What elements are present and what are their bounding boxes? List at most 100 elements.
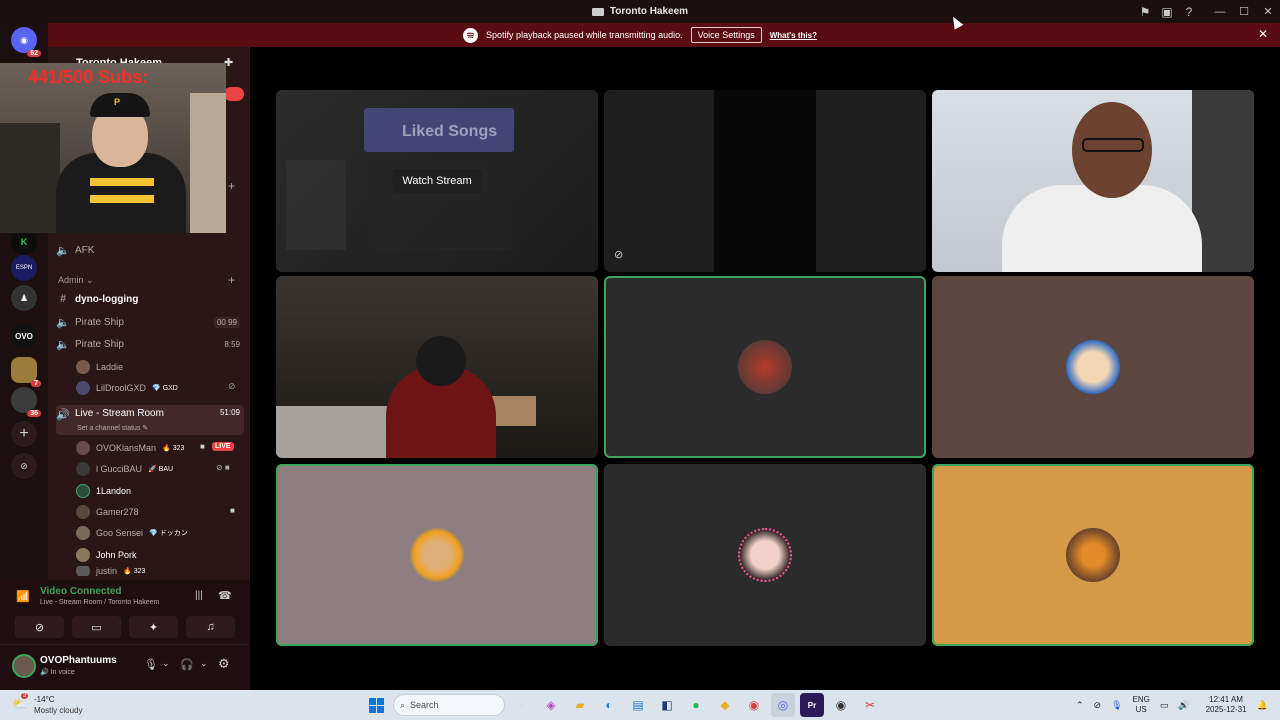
weather-widget[interactable]: ⛅ 3 -14°C Mostly cloudy [12,693,122,717]
discord-taskbar-icon[interactable]: ◎ [771,693,795,717]
avatar-tile[interactable] [932,464,1254,646]
server-icon [591,7,604,16]
discover-icon[interactable]: ⊘ [11,453,37,479]
language-code: ENG [1132,695,1150,704]
network-off-icon[interactable]: ⊘ [1094,700,1102,711]
clock-date: 2025-12-31 [1205,705,1247,714]
voice-member[interactable]: Laddie [76,357,123,377]
weather-alert-badge: 3 [21,693,29,699]
server-ovo[interactable]: OVO [11,323,37,349]
camera-off-button[interactable]: ⊘ [15,616,64,638]
avatar-tile[interactable] [604,276,926,458]
edge-icon[interactable]: ◐ [597,693,621,717]
notifications-bell-icon[interactable]: 🔔 [1257,700,1268,711]
microphone-tray-icon[interactable]: 🎙 [1111,700,1122,711]
region-code: US [1135,705,1147,714]
whats-this-link[interactable]: What's this? [770,31,817,40]
window-title-text: Toronto Hakeem [609,6,689,17]
channel-dyno-logging[interactable]: # dyno-logging [56,289,244,309]
voice-settings-button[interactable]: Voice Settings [690,27,762,43]
member-tag: 🚀 BAU [148,466,174,473]
speaker-icon: 🔈 [56,316,70,329]
task-view-icon[interactable]: ▪ [510,693,534,717]
voice-member[interactable]: 1Landon [76,481,131,501]
inbox-icon[interactable]: ▣ [1156,0,1178,23]
event-pill[interactable] [224,87,244,101]
server-espn[interactable]: ESPN [11,255,37,281]
notepad-icon[interactable]: ▤ [626,693,650,717]
add-server-button[interactable]: + [11,421,37,447]
spotify-icon [463,27,479,43]
voice-member[interactable]: Goo Sensei 💎 ドッカン [76,523,188,543]
server-gold[interactable]: 7 [11,357,41,387]
minimize-button[interactable]: — [1208,0,1232,23]
spotify-taskbar-icon[interactable]: ● [684,693,708,717]
app-icon-3[interactable]: ◉ [829,693,853,717]
disconnect-icon[interactable]: ☎ [218,589,232,602]
maximize-button[interactable]: ☐ [1232,0,1256,23]
avatar [76,526,90,540]
voice-video-grid: Liked Songs Watch Stream ⊘ [250,47,1280,690]
server-folder[interactable]: 36 [11,387,41,417]
headphones-icon[interactable]: 🎧 [180,658,194,671]
soundboard-button[interactable]: ♫ [186,616,235,638]
avatar [76,360,90,374]
close-window-button[interactable]: ✕ [1256,0,1280,23]
server-dark[interactable]: ♟ [11,285,37,311]
voice-location[interactable]: Live - Stream Room / Toronto Hakeem [40,599,159,606]
channel-pirate-ship-1[interactable]: 🔈 Pirate Ship 00 99 [56,312,244,332]
copilot-icon[interactable]: ◈ [539,693,563,717]
volume-icon[interactable]: 🔊 [1178,700,1189,711]
voice-member[interactable]: Gamer278 [76,502,139,522]
voice-member[interactable]: LilDroolGXD 💎 GXD [76,378,178,398]
avatar-tile[interactable] [604,464,926,646]
chrome-icon[interactable]: ◉ [742,693,766,717]
activities-button[interactable]: ✦ [129,616,178,638]
member-name: OVOKlansMan [96,443,157,453]
start-button[interactable] [364,693,388,717]
voice-member[interactable]: John Pork [76,545,137,565]
home-button[interactable]: ◉ 62 [11,27,41,57]
help-icon[interactable]: ? [1178,0,1200,23]
settings-gear-icon[interactable]: ⚙ [218,656,230,672]
title-bar: Toronto Hakeem ⚑ ▣ ? — ☐ ✕ [0,0,1280,23]
app-icon[interactable]: ◧ [655,693,679,717]
add-channel-icon[interactable]: + [228,179,235,193]
screen-share-button[interactable]: ▭ [72,616,121,638]
channel-pirate-ship-2[interactable]: 🔈 Pirate Ship 8:59 [56,334,244,354]
user-avatar[interactable] [12,654,36,678]
snipping-icon[interactable]: ✂ [858,693,882,717]
premiere-icon[interactable]: Pr [800,693,824,717]
watch-stream-button[interactable]: Watch Stream [392,169,482,193]
add-admin-channel-icon[interactable]: + [228,273,235,287]
language-indicator[interactable]: ENG US [1133,695,1150,715]
clock[interactable]: 12:41 AM 2025-12-31 [1206,695,1247,715]
voice-member[interactable]: OVOKlansMan 🔥 323 [76,438,184,458]
flag-icon[interactable]: ⚑ [1134,0,1156,23]
display-icon[interactable]: ▭ [1160,700,1169,711]
member-name: 1Landon [96,486,132,496]
close-banner-icon[interactable]: ✕ [1258,27,1268,41]
channel-afk[interactable]: 🔈 AFK [56,240,244,260]
taskbar-search[interactable]: ⌕ Search [393,694,505,716]
chevron-up-icon[interactable]: ⌃ [1076,700,1084,711]
video-tile[interactable]: ⊘ [604,90,926,272]
channel-status-input[interactable]: Set a channel status ✎ [77,424,148,432]
video-tile[interactable] [276,276,598,458]
mic-icon[interactable]: 🎙 [144,658,158,671]
member-name: Goo Sensei [96,528,144,538]
avatar-tile[interactable] [932,276,1254,458]
chevron-down-icon[interactable]: ⌄ [200,658,208,669]
file-explorer-icon[interactable]: ▰ [568,693,592,717]
app-icon-2[interactable]: ◆ [713,693,737,717]
avatar [76,566,90,576]
voice-member[interactable]: l GucciBAU 🚀 BAU [76,459,173,479]
avatar-tile[interactable] [276,464,598,646]
noise-suppression-icon[interactable]: ||| [195,590,203,601]
voice-member[interactable]: justin 🔥 323 [76,566,145,576]
chevron-down-icon[interactable]: ⌄ [162,658,170,669]
stream-tile[interactable]: Liked Songs Watch Stream [276,90,598,272]
video-tile[interactable] [932,90,1254,272]
avatar [76,462,90,476]
category-admin[interactable]: Admin ⌄ [58,275,94,286]
